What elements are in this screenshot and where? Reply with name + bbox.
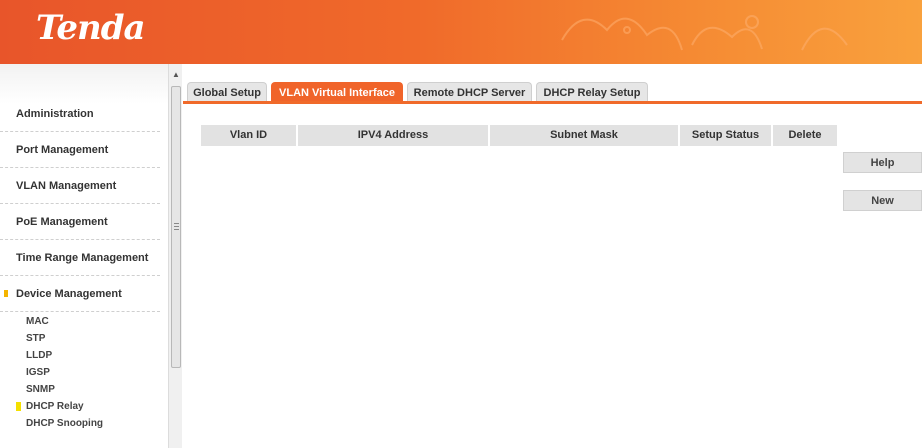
grip-icon <box>174 223 179 224</box>
help-button[interactable]: Help <box>843 152 922 173</box>
sidebar-subitem-igsp[interactable]: IGSP <box>26 364 50 381</box>
vlan-interface-table-header: Vlan ID IPV4 Address Subnet Mask Setup S… <box>201 125 837 146</box>
subitem-label: DHCP Relay <box>26 401 84 412</box>
sidebar-item-device-management[interactable]: Device Management <box>0 276 160 312</box>
scroll-up-arrow-icon[interactable]: ▲ <box>171 70 181 80</box>
column-header-subnet-mask: Subnet Mask <box>490 125 680 146</box>
sidebar-item-vlan-management[interactable]: VLAN Management <box>0 168 160 204</box>
column-header-delete: Delete <box>788 129 822 141</box>
tab-label: VLAN Virtual Interface <box>279 87 395 99</box>
sidebar-item-label: Device Management <box>16 288 122 300</box>
tab-label: Remote DHCP Server <box>413 87 526 99</box>
tabs-underline <box>183 101 922 104</box>
sidebar-item-label: VLAN Management <box>16 180 117 192</box>
active-marker-icon <box>16 402 21 411</box>
tab-dhcp-relay-setup[interactable]: DHCP Relay Setup <box>536 82 648 103</box>
tab-remote-dhcp-server[interactable]: Remote DHCP Server <box>407 82 532 103</box>
column-header-vlan-id: Vlan ID <box>201 125 298 146</box>
scroll-thumb[interactable] <box>171 86 181 368</box>
app-header: Tenda <box>0 0 922 64</box>
sidebar-item-label: Time Range Management <box>16 252 149 264</box>
sidebar-subitem-stp[interactable]: STP <box>26 330 45 347</box>
subitem-label: DHCP Snooping <box>26 418 104 429</box>
expanded-marker-icon <box>4 290 8 297</box>
sidebar-scrollbar[interactable]: ▲ <box>168 64 182 448</box>
sidebar-item-poe-management[interactable]: PoE Management <box>0 204 160 240</box>
subitem-label: STP <box>26 333 46 344</box>
sidebar-item-administration[interactable]: Administration <box>0 96 160 132</box>
column-header-ipv4-address: IPV4 Address <box>298 125 490 146</box>
sidebar-item-port-management[interactable]: Port Management <box>0 132 160 168</box>
sidebar-item-label: Port Management <box>16 144 109 156</box>
sidebar-subitem-dhcp-snooping[interactable]: DHCP Snooping <box>26 415 103 432</box>
sidebar-item-label: Administration <box>16 108 94 120</box>
sidebar-subitem-lldp[interactable]: LLDP <box>26 347 52 364</box>
tab-vlan-virtual-interface[interactable]: VLAN Virtual Interface <box>271 82 403 103</box>
sidebar: Administration Port Management VLAN Mana… <box>0 64 168 448</box>
tenda-logo: Tenda <box>36 8 146 48</box>
subitem-label: MAC <box>26 316 49 327</box>
sidebar-subitem-snmp[interactable]: SNMP <box>26 381 55 398</box>
tab-global-setup[interactable]: Global Setup <box>187 82 267 103</box>
subitem-label: LLDP <box>26 350 53 361</box>
subitem-label: IGSP <box>26 367 50 378</box>
sidebar-subitem-dhcp-relay[interactable]: DHCP Relay <box>16 398 84 415</box>
sidebar-item-time-range-management[interactable]: Time Range Management <box>0 240 160 276</box>
tab-label: Global Setup <box>193 87 261 99</box>
subitem-label: SNMP <box>26 384 55 395</box>
new-button[interactable]: New <box>843 190 922 211</box>
header-decoration <box>561 15 848 51</box>
sidebar-subitem-mac[interactable]: MAC <box>26 313 49 330</box>
sidebar-item-label: PoE Management <box>16 216 108 228</box>
tab-label: DHCP Relay Setup <box>543 87 641 99</box>
column-header-setup-status: Setup Status <box>680 125 773 146</box>
